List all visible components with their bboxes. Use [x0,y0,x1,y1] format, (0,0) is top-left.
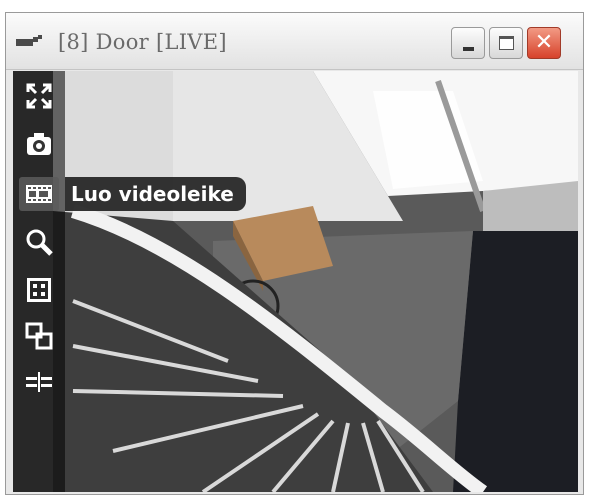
layers-icon [25,322,53,350]
zoom-icon [26,229,53,256]
minimize-icon [463,47,474,51]
toolbar-tooltip: Luo videoleike [65,177,246,211]
toolbar-item-snapshot[interactable] [19,127,59,161]
grid-icon [27,278,51,302]
camera-icon [27,133,51,155]
close-icon: ✕ [534,30,554,55]
film-strip-icon [26,185,52,203]
camera-feed-icon [16,35,42,46]
camera-window: [8] Door [LIVE] ✕ Luo videoleike [5,12,584,495]
maximize-button[interactable] [489,27,523,59]
split-icon [26,372,52,392]
live-video-view[interactable]: Luo videoleike [13,71,578,492]
toolbar-item-fullscreen[interactable] [19,79,59,113]
camera-image [13,71,578,492]
video-toolbar [13,71,65,492]
minimize-button[interactable] [451,27,485,59]
toolbar-item-grid[interactable] [19,273,59,307]
close-button[interactable]: ✕ [527,27,561,59]
toolbar-item-video-clip[interactable] [19,177,59,211]
toolbar-item-layout[interactable] [19,319,59,353]
fullscreen-icon [26,83,52,109]
maximize-icon [499,36,514,50]
window-title: [8] Door [LIVE] [58,30,227,54]
title-bar[interactable]: [8] Door [LIVE] ✕ [6,13,583,70]
toolbar-item-split[interactable] [19,365,59,399]
toolbar-item-zoom[interactable] [19,225,59,259]
